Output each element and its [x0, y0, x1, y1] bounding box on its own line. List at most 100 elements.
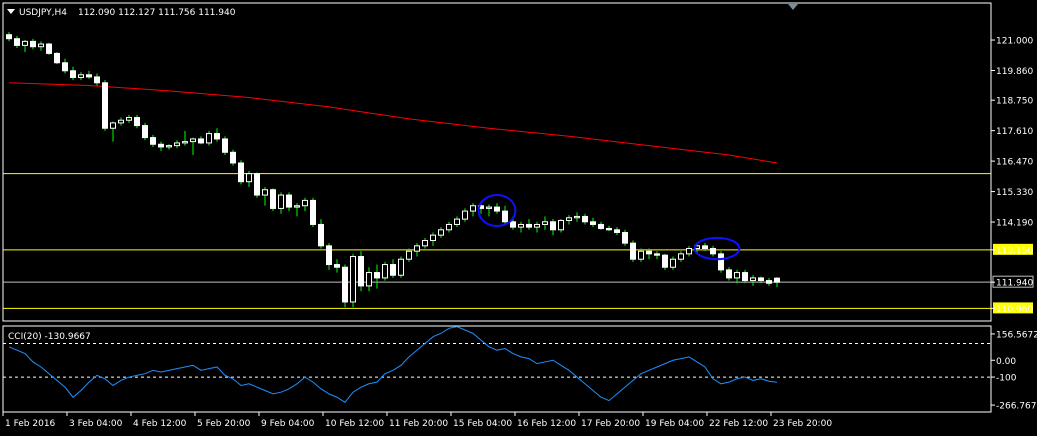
- candle-body-49: [398, 258, 404, 276]
- candle-body-15: [126, 117, 132, 121]
- cci-pane: 156.5672 0.00 -100 -266.7677: [3, 326, 1037, 412]
- candle-body-12: [102, 82, 108, 129]
- candle-body-19: [158, 143, 164, 148]
- cci-tick-label-2: -100: [996, 374, 1017, 384]
- time-tick-label-8: 16 Feb 12:00: [517, 419, 576, 429]
- candle-body-40: [326, 245, 332, 266]
- candle-body-29: [238, 162, 244, 183]
- candle-body-61: [494, 206, 500, 212]
- candle-body-46: [374, 272, 380, 279]
- price-tick-label-4: 116.470: [996, 158, 1033, 168]
- cci-tick-label-1: 0.00: [996, 357, 1016, 367]
- candle-body-82: [662, 254, 668, 268]
- candle-body-39: [318, 223, 324, 247]
- time-tick-label-11: 22 Feb 12:00: [709, 419, 768, 429]
- menu-triangle-icon[interactable]: [7, 9, 15, 14]
- candle-body-36: [294, 205, 300, 208]
- candle-body-4: [38, 43, 44, 48]
- chart-canvas: USDJPY,H4 112.090 112.127 111.756 111.94…: [2, 2, 1037, 429]
- candle-body-0: [6, 34, 12, 40]
- candle-body-3: [30, 40, 36, 48]
- candle-body-33: [270, 189, 276, 209]
- price-tick-label-8: 111.940: [996, 279, 1033, 289]
- candle-body-60: [486, 206, 492, 209]
- ohlc-label: 112.090 112.127 111.756 111.940: [78, 8, 236, 18]
- candle-body-18: [150, 137, 156, 145]
- indicator-pane-frame: [2, 325, 992, 413]
- candle-body-76: [614, 229, 620, 233]
- candle-body-83: [670, 258, 676, 268]
- price-axis: 121.000 119.860 118.750 117.610 116.470 115.3…: [991, 37, 1034, 315]
- main-pane-frame: [2, 2, 992, 322]
- horizontal-lines: [3, 173, 991, 309]
- candle-body-92: [742, 272, 748, 282]
- time-tick-label-9: 17 Feb 20:00: [581, 419, 640, 429]
- candle-body-65: [526, 223, 532, 228]
- candle-body-37: [302, 199, 308, 207]
- candle-body-24: [198, 138, 204, 144]
- candle-body-44: [358, 256, 364, 287]
- candle-body-52: [422, 239, 428, 247]
- candle-body-14: [118, 119, 124, 124]
- candle-body-26: [214, 133, 220, 140]
- candle-body-69: [558, 219, 564, 231]
- candle-body-42: [342, 266, 348, 303]
- candle-body-11: [94, 76, 100, 84]
- time-tick-label-0: 1 Feb 2016: [5, 419, 56, 429]
- time-tick-label-10: 19 Feb 04:00: [645, 419, 704, 429]
- price-tick-label-5: 115.330: [996, 188, 1033, 198]
- candle-body-66: [534, 223, 540, 228]
- candle-body-63: [510, 221, 516, 228]
- candle-body-68: [550, 221, 556, 231]
- candle-body-88: [710, 248, 716, 255]
- candle-body-54: [438, 229, 444, 236]
- candle-body-81: [654, 253, 660, 256]
- indicator-label: CCI(20) -130.9667: [8, 332, 91, 342]
- candle-body-53: [430, 234, 436, 241]
- cci-line: [8, 326, 778, 403]
- candle-body-25: [206, 133, 212, 144]
- candle-body-75: [606, 227, 612, 231]
- candle-body-57: [462, 210, 468, 220]
- moving-average: [8, 82, 778, 164]
- price-tick-label-9: 110.960: [996, 305, 1033, 315]
- candle-body-27: [222, 138, 228, 153]
- candle-body-67: [542, 221, 548, 225]
- candle-body-34: [278, 194, 284, 209]
- candle-body-51: [414, 245, 420, 252]
- candle-body-31: [254, 173, 260, 196]
- time-tick-label-1: 3 Feb 04:00: [69, 419, 123, 429]
- candle-body-28: [230, 151, 236, 164]
- candles: [6, 32, 780, 308]
- symbol-label: USDJPY,H4: [19, 8, 67, 18]
- price-tick-label-7: 113.150: [996, 246, 1033, 256]
- candle-body-71: [574, 215, 580, 219]
- time-tick-label-5: 10 Feb 12:00: [325, 419, 384, 429]
- candle-body-62: [502, 210, 508, 223]
- candle-body-48: [390, 264, 396, 276]
- candle-body-22: [182, 141, 188, 144]
- cci-tick-label-3: -266.7677: [996, 402, 1037, 412]
- candle-body-45: [366, 272, 372, 287]
- candle-body-47: [382, 264, 388, 279]
- candle-body-56: [454, 218, 460, 225]
- price-tick-label-2: 118.750: [996, 97, 1033, 107]
- candle-body-13: [110, 122, 116, 129]
- candle-body-2: [22, 40, 28, 46]
- candle-body-8: [70, 70, 76, 78]
- candle-body-64: [518, 223, 524, 228]
- candle-body-6: [54, 52, 60, 64]
- candle-body-84: [678, 253, 684, 260]
- time-tick-label-7: 15 Feb 04:00: [453, 419, 512, 429]
- candle-body-55: [446, 223, 452, 231]
- candle-body-1: [14, 38, 20, 46]
- shift-marker-icon[interactable]: [788, 4, 798, 10]
- candle-body-38: [310, 199, 316, 225]
- candle-body-58: [470, 205, 476, 212]
- candle-body-93: [750, 277, 756, 282]
- candle-body-73: [590, 221, 596, 225]
- candle-body-94: [758, 277, 764, 282]
- candle-body-32: [262, 189, 268, 196]
- candle-body-96: [774, 277, 780, 283]
- time-tick-label-4: 9 Feb 04:00: [261, 419, 315, 429]
